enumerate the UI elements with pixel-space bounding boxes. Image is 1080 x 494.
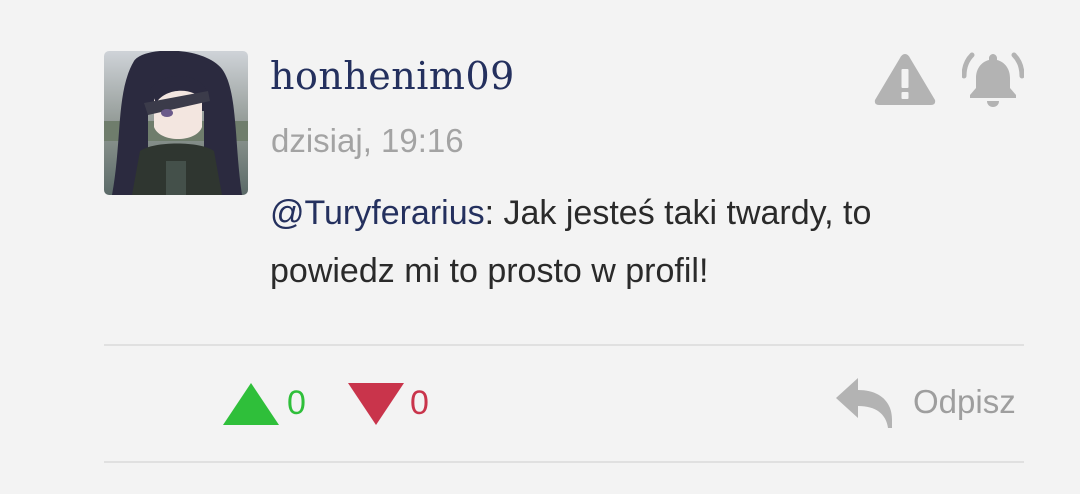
timestamp: dzisiaj, 19:16 [271,122,464,159]
divider [104,344,1024,346]
divider [104,461,1024,463]
upvote-count: 0 [287,384,306,422]
reply-button[interactable]: Odpisz [834,374,1026,430]
mention-link[interactable]: @Turyferarius [270,194,485,232]
downvote-count: 0 [410,384,429,422]
upvote-button[interactable]: 0 [222,380,312,426]
warning-icon [874,54,936,105]
report-button[interactable] [873,52,937,106]
reply-label: Odpisz [913,383,1016,420]
reply-icon [836,378,892,428]
comment-body: @Turyferarius: Jak jesteś taki twardy, t… [270,184,990,300]
avatar-image [104,51,248,195]
downvote-button[interactable]: 0 [347,380,437,426]
notify-button[interactable] [961,50,1025,108]
comment-card: honhenim09 dzisiaj, 19:16 @Turyferarius:… [0,0,1080,494]
username[interactable]: honhenim09 [270,50,515,102]
bell-icon [961,52,1025,107]
triangle-down-icon [348,383,404,425]
triangle-up-icon [223,383,279,425]
avatar[interactable] [104,51,248,195]
